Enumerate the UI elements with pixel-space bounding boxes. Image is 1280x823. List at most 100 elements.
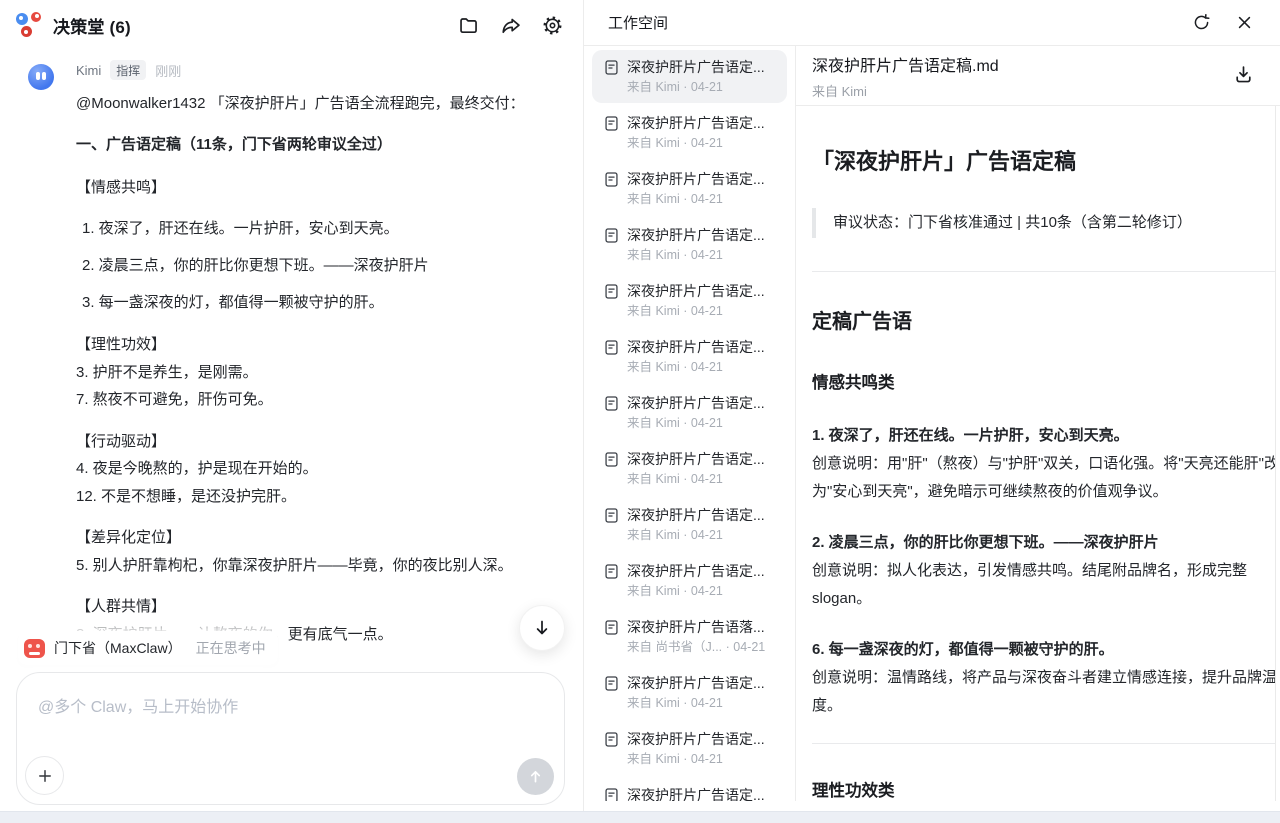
doc-paragraph: 6. 每一盏深夜的灯，都值得一颗被守护的肝。创意说明：温情路线，将产品与深夜奋斗… [812, 636, 1276, 720]
doc-heading: 理性功效类 [812, 777, 1276, 801]
file-meta: 来自 Kimi · 04-21 [627, 191, 765, 208]
thinking-status: 正在思考中 [196, 638, 266, 658]
file-list-item[interactable]: 深夜护肝片广告语定...来自 Kimi · 04-21 [592, 666, 787, 719]
chat-header: 决策堂 (6) [0, 0, 583, 48]
message-line: 7. 熬夜不可避免，肝伤可免。 [76, 386, 559, 414]
doc-heading: 定稿广告语 [812, 305, 1276, 334]
folder-icon[interactable] [458, 15, 479, 36]
chat-message: Kimi 指挥 刚刚 @Moonwalker1432 「深夜护肝片」广告语全流程… [0, 48, 583, 662]
doc-slogan: 6. 每一盏深夜的灯，都值得一颗被守护的肝。 [812, 636, 1276, 664]
file-list-item[interactable]: 深夜护肝片广告语定... 来自 Kimi · 04-21 [592, 498, 787, 551]
file-title: 深夜护肝片广告语落... [627, 617, 765, 637]
file-list: 深夜护肝片广告语定... 来自 Kimi · 04-21 深夜护肝片广告语定... 来… [584, 46, 796, 801]
composer-placeholder: @多个 Claw，马上开始协作 [17, 673, 564, 717]
file-list-item[interactable]: 深夜护肝片广告语定...来自 Kimi · 04-21 [592, 162, 787, 215]
document-icon [603, 59, 620, 76]
file-title: 深夜护肝片广告语定... [627, 337, 765, 357]
file-list-item[interactable]: 深夜护肝片广告语定... 来自 Kimi · 04-21 [592, 722, 787, 775]
kimi-avatar [28, 64, 54, 90]
file-list-item[interactable]: 深夜护肝片广告语定...来自 Kimi · 04-21 [592, 442, 787, 495]
file-meta: 来自 Kimi · 04-21 [627, 471, 765, 488]
file-list-item[interactable]: 深夜护肝片广告语定...来自 Kimi · 04-21 [592, 274, 787, 327]
file-list-item[interactable]: 深夜护肝片广告语定... 来自 Kimi · 04-21 [592, 554, 787, 607]
document-header: 深夜护肝片广告语定稿.md 来自 Kimi [796, 46, 1280, 106]
document-icon [603, 787, 620, 801]
document-icon [603, 507, 620, 524]
message-line: 【情感共鸣】 [76, 174, 559, 201]
file-meta: 来自 Kimi · 04-21 [627, 415, 765, 432]
thinking-indicator: 门下省（MaxClaw） 正在思考中 [18, 631, 278, 665]
doc-explanation: 创意说明：拟人化表达，引发情感共鸣。结尾附品牌名，形成完整slogan。 [812, 562, 1247, 607]
file-title: 深夜护肝片广告语定... [627, 113, 765, 133]
file-meta: 来自 Kimi · 04-21 [627, 527, 765, 544]
document-icon [603, 339, 620, 356]
download-icon[interactable] [1233, 64, 1254, 85]
plus-icon [36, 767, 54, 785]
file-meta: 来自 Kimi · 04-21 [627, 247, 765, 264]
file-title: 深夜护肝片广告语定... [627, 561, 765, 581]
file-title: 深夜护肝片广告语定... [627, 785, 765, 801]
doc-divider [812, 743, 1276, 744]
file-list-item[interactable]: 深夜护肝片广告语定...来自 Kimi · 04-21 [592, 778, 787, 801]
message-list: 1. 夜深了，肝还在线。一片护肝，安心到天亮。 2. 凌晨三点，你的肝比你更想下班… [76, 215, 559, 317]
thinking-agent-name: 门下省（MaxClaw） [54, 638, 182, 658]
message-line: 3. 护肝不是养生，是刚需。 [76, 359, 559, 387]
send-button[interactable] [517, 758, 554, 795]
file-list-item[interactable]: 深夜护肝片广告语定... 来自 Kimi · 04-21 [592, 106, 787, 159]
document-filename: 深夜护肝片广告语定稿.md [812, 56, 1252, 78]
file-meta: 来自 Kimi · 04-21 [627, 695, 765, 712]
workspace-title: 工作空间 [608, 12, 668, 33]
document-icon [603, 451, 620, 468]
robot-avatar-icon [24, 639, 45, 658]
file-meta: 来自 Kimi · 04-21 [627, 359, 765, 376]
file-list-item[interactable]: 深夜护肝片广告语定...来自 Kimi · 04-21 [592, 50, 787, 103]
message-group: 【行动驱动】4. 夜是今晚熬的，护是现在开始的。12. 不是不想睡，是还没护完肝… [76, 428, 559, 511]
group-logo-icon [16, 12, 43, 38]
message-body: @Moonwalker1432 「深夜护肝片」广告语全流程跑完，最终交付：一、广… [76, 90, 563, 648]
doc-slogan: 1. 夜深了，肝还在线。一片护肝，安心到天亮。 [812, 422, 1276, 450]
message-line: 12. 不是不想睡，是还没护完肝。 [76, 483, 559, 511]
message-line: 【理性功效】 [76, 331, 559, 359]
workspace-panel: 工作空间 深夜护肝片广告语定...来自 Kimi · 04-21深夜护肝片广告语… [584, 0, 1280, 812]
file-title: 深夜护肝片广告语定... [627, 393, 765, 413]
document-icon [603, 563, 620, 580]
chat-panel: 决策堂 (6) [0, 0, 583, 812]
file-meta: 来自 Kimi · 04-21 [627, 135, 765, 152]
message-time: 刚刚 [155, 61, 181, 80]
message-list-item: 3. 每一盏深夜的灯，都值得一颗被守护的肝。 [82, 289, 559, 317]
file-meta: 来自 Kimi · 04-21 [627, 583, 765, 600]
message-list-item: 2. 凌晨三点，你的肝比你更想下班。——深夜护肝片 [82, 252, 559, 280]
scroll-to-bottom-button[interactable] [519, 605, 565, 651]
doc-explanation: 创意说明：用"肝"（熬夜）与"护肝"双关，口语化强。将"天亮还能肝"改为"安心到… [812, 455, 1276, 500]
file-title: 深夜护肝片广告语定... [627, 57, 765, 77]
document-icon [603, 675, 620, 692]
attach-button[interactable] [25, 756, 64, 795]
file-list-item[interactable]: 深夜护肝片广告语定... 来自 Kimi · 04-21 [592, 386, 787, 439]
close-icon[interactable] [1235, 13, 1254, 32]
document-icon [603, 395, 620, 412]
message-line: @Moonwalker1432 「深夜护肝片」广告语全流程跑完，最终交付： [76, 90, 559, 117]
file-list-item[interactable]: 深夜护肝片广告语落... 来自 尚书省（J... · 04-21 [592, 610, 787, 663]
file-list-item[interactable]: 深夜护肝片广告语定...来自 Kimi · 04-21 [592, 218, 787, 271]
arrow-up-icon [527, 768, 544, 785]
bottom-strip [0, 811, 1280, 823]
document-source: 来自 Kimi [812, 81, 1252, 100]
doc-divider [812, 271, 1276, 272]
document-preview[interactable]: 「深夜护肝片」广告语定稿审议状态：门下省核准通过 | 共10条（含第二轮修订）定… [796, 106, 1276, 801]
file-title: 深夜护肝片广告语定... [627, 505, 765, 525]
settings-icon[interactable] [542, 15, 563, 36]
file-meta: 来自 尚书省（J... · 04-21 [627, 639, 765, 656]
arrow-down-icon [532, 618, 552, 638]
refresh-icon[interactable] [1192, 13, 1211, 32]
file-meta: 来自 Kimi · 04-21 [627, 751, 765, 768]
message-group: 【理性功效】3. 护肝不是养生，是刚需。7. 熬夜不可避免，肝伤可免。 [76, 331, 559, 414]
message-composer[interactable]: @多个 Claw，马上开始协作 [16, 672, 565, 805]
message-line: 【行动驱动】 [76, 428, 559, 456]
file-title: 深夜护肝片广告语定... [627, 729, 765, 749]
share-icon[interactable] [500, 15, 521, 36]
chat-title: 决策堂 (6) [53, 13, 131, 38]
doc-slogan: 2. 凌晨三点，你的肝比你更想下班。——深夜护肝片 [812, 529, 1276, 557]
file-list-item[interactable]: 深夜护肝片广告语定... 来自 Kimi · 04-21 [592, 330, 787, 383]
message-list-item: 1. 夜深了，肝还在线。一片护肝，安心到天亮。 [82, 215, 559, 243]
file-meta: 来自 Kimi · 04-21 [627, 303, 765, 320]
